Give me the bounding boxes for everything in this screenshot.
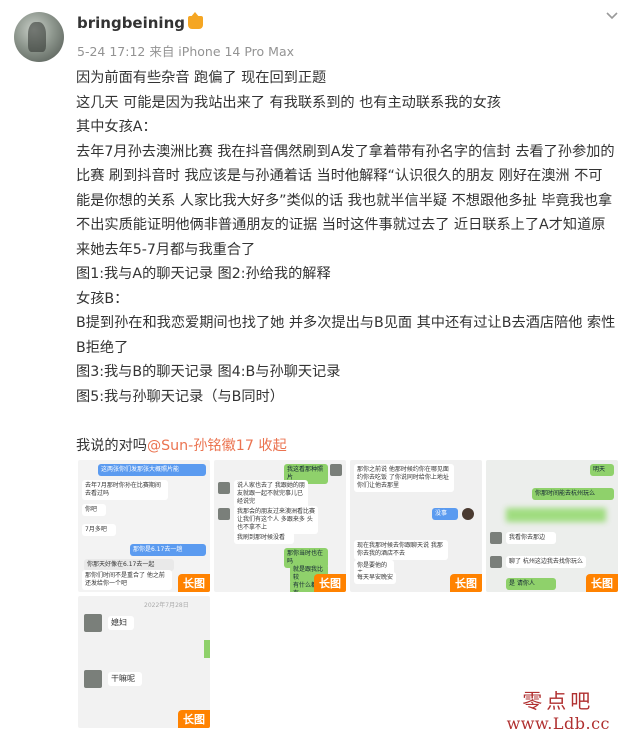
chat-bubble: 媳妇 [108, 616, 134, 630]
post-line: 图1:我与A的聊天记录 图2:孙给我的解释 [76, 266, 331, 282]
chat-bubble: 说人家也去了 我跟她的朋友就跟一起不就完事儿已经说完 [234, 480, 308, 508]
image-thumb-4[interactable]: 明天 你那时间能去杭州玩么 我看你去那边 聊了 杭州这边我去找你玩么 是 请你人… [486, 460, 618, 592]
post-line: 图5:我与孙聊天记录（与B同时） [76, 388, 284, 405]
chat-bubble: 我看你去那边 [506, 532, 556, 544]
image-thumb-5[interactable]: 2022年7月28日 媳妇 干嘛呢 长图 [78, 596, 210, 728]
avatar-icon [218, 508, 230, 520]
chat-bubble: 那你们时间不是重合了 他之前还发给你一个吧 [82, 570, 172, 590]
collapse-link[interactable]: 收起 [258, 438, 286, 454]
image-thumb-3[interactable]: 那你之前说 他那时候约你在哪见面约你去吃饭 了你说同时给你上地址你们让他去那里 … [350, 460, 482, 592]
post-line: 因为前面有些杂音 跑偏了 现在回到正题 [76, 70, 327, 86]
chat-bubble: 7月多吧 [82, 524, 116, 536]
post-line: 女孩B： [76, 290, 129, 307]
avatar-icon [490, 532, 502, 544]
avatar[interactable] [14, 12, 64, 62]
image-thumb-2[interactable]: 我这看那种照片 说人家也去了 我跟她的朋友就跟一起不就完事儿已经说完 我那会的朋… [214, 460, 346, 592]
post-header: bringbeining 5-24 17:12 来自 iPhone 14 Pro… [0, 0, 634, 70]
chat-bubble: 干嘛呢 [108, 672, 142, 686]
long-image-tag: 长图 [314, 574, 346, 592]
post-line: 其中女孩A： [76, 119, 157, 135]
long-image-tag: 长图 [178, 574, 210, 592]
avatar-icon [462, 508, 474, 520]
user-mention[interactable]: @Sun-孙铭徽17 [147, 438, 254, 454]
post-line: 图3:我与B的聊天记录 图4:B与孙聊天记录 [76, 364, 341, 380]
chat-bubble: 你吧 [82, 504, 106, 516]
chat-bubble: 那你是6.17去一趟 [130, 544, 206, 556]
chat-bubble: 我刷到那时候没看 [234, 532, 294, 544]
avatar-icon [84, 670, 102, 688]
chat-bubble: 聊了 杭州这边我去找你玩么 [506, 556, 586, 568]
bubble-edge [204, 640, 210, 658]
chat-bubble: 没事 [432, 508, 458, 520]
chevron-down-icon[interactable] [606, 10, 618, 22]
chat-bubble: 明天 [590, 464, 614, 476]
watermark: 零点吧 www.Ldb.cc [506, 689, 610, 733]
long-image-tag: 长图 [586, 574, 618, 592]
chat-bubble: 这两张你们发那张大概照片能 [98, 464, 206, 476]
post-line: B提到孙在和我恋爱期间也找了她 并多次提出与B见面 其中还有过让B去酒店陪他 索… [76, 315, 616, 356]
chat-bubble: 现在我那时候去你跟聊天说 我那你去我的酒店不去 [354, 540, 448, 560]
post-closing: 我说的对吗@Sun-孙铭徽17 收起 [76, 437, 287, 454]
chat-bubble: 每天早安晚安 [354, 572, 396, 584]
vip-crown-icon [187, 12, 203, 29]
avatar-icon [84, 614, 102, 632]
blur-mask [506, 508, 606, 522]
username[interactable]: bringbeining [77, 12, 203, 32]
avatar-icon [218, 482, 230, 494]
chat-bubble: 去年7月那时你孙在比赛期间去看过吗 [82, 480, 168, 500]
post-line: 去年7月孙去澳洲比赛 我在抖音偶然刷到A发了拿着带有孙名字的信封 去看了孙参加的… [76, 143, 615, 258]
post-meta: 5-24 17:12 来自 iPhone 14 Pro Max [77, 44, 295, 59]
avatar-icon [330, 464, 342, 476]
post-text: 因为前面有些杂音 跑偏了 现在回到正题 这几天 可能是因为我站出来了 有我联系到… [76, 66, 616, 458]
chat-bubble: 我那会的朋友过来澳洲看比赛 让我们有这个人 多跟来多 头也不拿不上 [234, 506, 318, 534]
long-image-tag: 长图 [450, 574, 482, 592]
chat-bubble: 那你之前说 他那时候约你在哪见面约你去吃饭 了你说同时给你上地址你们让他去那里 [354, 464, 454, 492]
chat-bubble: 你那时间能去杭州玩么 [532, 488, 614, 500]
image-thumb-1[interactable]: 这两张你们发那张大概照片能 去年7月那时你孙在比赛期间去看过吗 你吧 7月多吧 … [78, 460, 210, 592]
post-line: 这几天 可能是因为我站出来了 有我联系到的 也有主动联系我的女孩 [76, 94, 501, 111]
chat-bubble: 是 请你人 [506, 578, 556, 590]
chat-timestamp: 2022年7月28日 [144, 602, 189, 609]
long-image-tag: 长图 [178, 710, 210, 728]
avatar-icon [490, 556, 502, 568]
